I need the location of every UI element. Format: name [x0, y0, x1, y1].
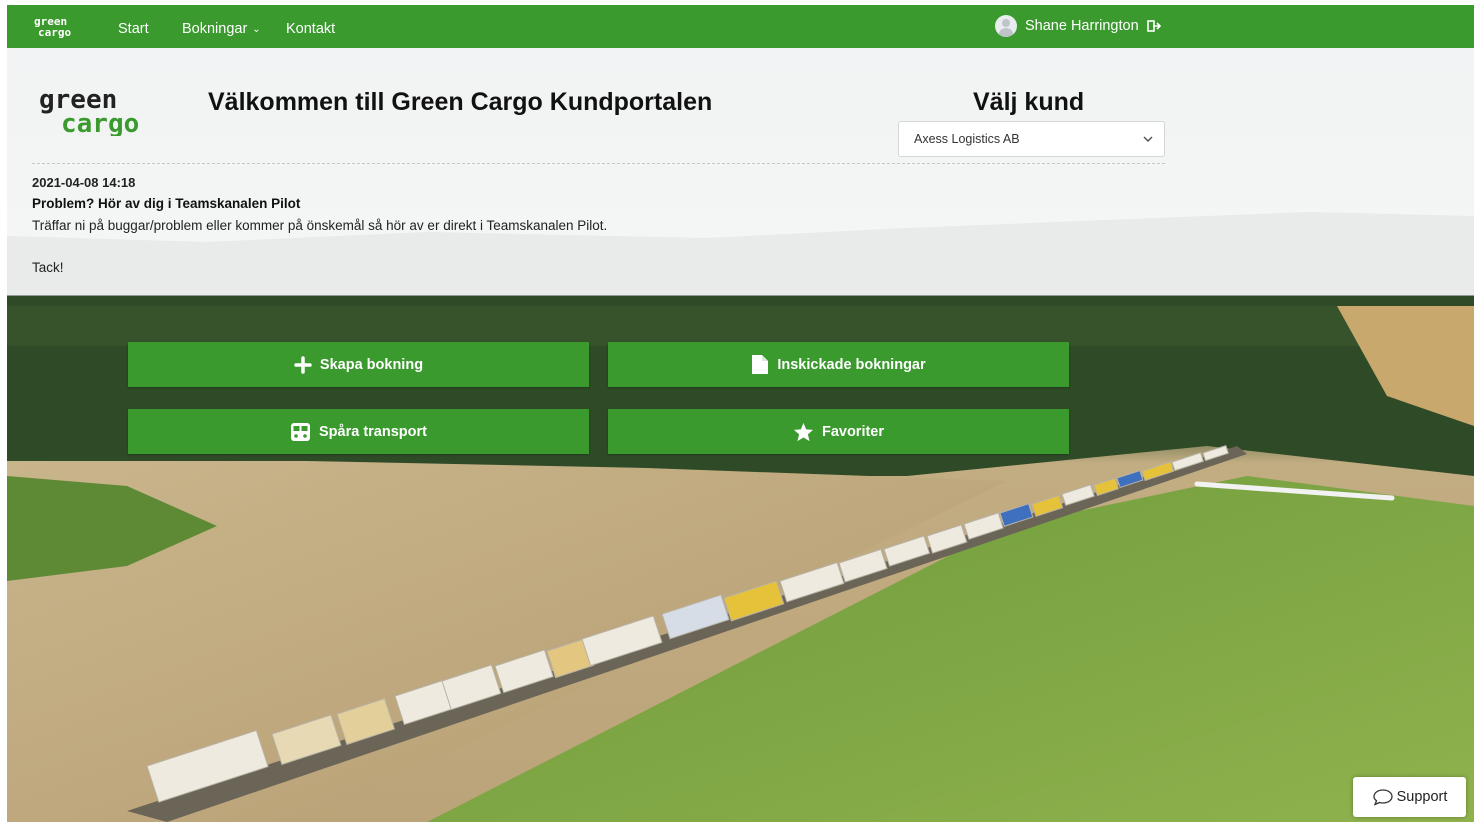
track-transport-button[interactable]: Spåra transport	[128, 409, 589, 454]
customer-select-value: Axess Logistics AB	[914, 132, 1020, 146]
user-avatar-icon	[995, 15, 1017, 37]
chat-bubble-icon	[1372, 789, 1393, 806]
news-title: Problem? Hör av dig i Teamskanalen Pilot	[32, 196, 301, 211]
favorites-button[interactable]: Favoriter	[608, 409, 1069, 454]
news-thanks: Tack!	[32, 260, 64, 275]
file-icon	[752, 355, 769, 374]
green-cargo-logo: green cargo	[39, 85, 139, 136]
top-navbar: green cargo Start Bokningar ⌄ Kontakt Sha…	[7, 5, 1474, 48]
user-name: Shane Harrington	[1025, 18, 1139, 34]
nav-logo[interactable]: green cargo	[32, 11, 88, 41]
logout-icon[interactable]	[1146, 20, 1161, 32]
favorites-label: Favoriter	[821, 423, 885, 440]
submitted-bookings-button[interactable]: Inskickade bokningar	[608, 342, 1069, 387]
plus-icon	[294, 355, 312, 374]
user-menu[interactable]: Shane Harrington	[995, 13, 1161, 39]
chevron-down-icon	[1143, 136, 1153, 143]
news-body: Träffar ni på buggar/problem eller komme…	[32, 218, 608, 233]
create-booking-label: Skapa bokning	[319, 356, 424, 373]
track-transport-label: Spåra transport	[319, 423, 427, 440]
header-panel: green cargo Välkommen till Green Cargo K…	[7, 48, 1474, 295]
news-date: 2021-04-08 14:18	[32, 175, 136, 190]
nav-logo-bottom: cargo	[38, 26, 71, 39]
choose-customer-heading: Välj kund	[973, 88, 1085, 116]
customer-select[interactable]: Axess Logistics AB	[898, 121, 1165, 157]
nav-kontakt-link[interactable]: Kontakt	[286, 21, 335, 37]
nav-start-link[interactable]: Start	[118, 21, 149, 37]
create-booking-button[interactable]: Skapa bokning	[128, 342, 589, 387]
nav-bokningar-dropdown[interactable]: Bokningar ⌄	[182, 21, 261, 37]
brand-logo-bottom: cargo	[61, 109, 139, 136]
divider	[32, 163, 1165, 164]
nav-bokningar-label: Bokningar	[182, 21, 248, 37]
page-title: Välkommen till Green Cargo Kundportalen	[208, 88, 713, 116]
submitted-bookings-label: Inskickade bokningar	[777, 356, 926, 373]
train-icon	[291, 422, 310, 441]
star-icon	[793, 422, 814, 441]
chevron-down-icon: ⌄	[252, 24, 261, 35]
support-label: Support	[1396, 789, 1448, 805]
support-button[interactable]: Support	[1353, 777, 1466, 817]
